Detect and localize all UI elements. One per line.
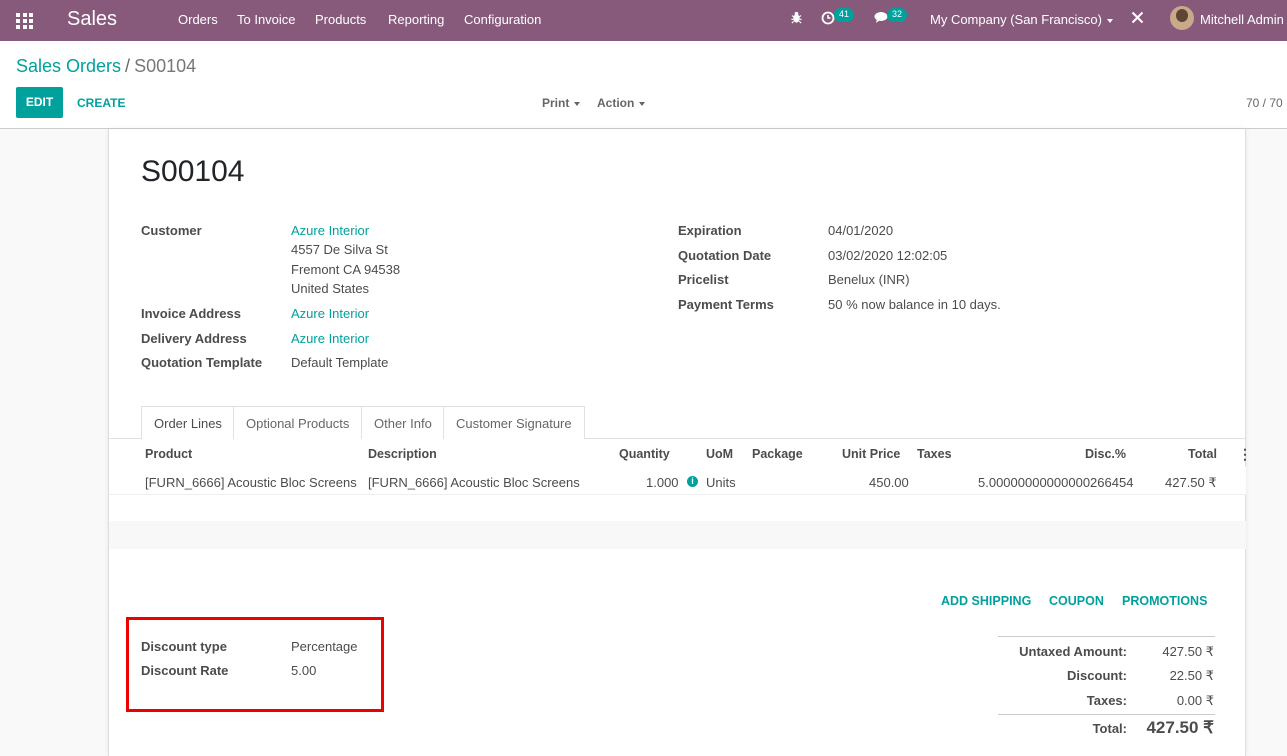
edit-button[interactable]: EDIT	[16, 87, 63, 118]
line-discount[interactable]: 5.00000000000000266454	[978, 475, 1133, 490]
breadcrumb: Sales Orders / S00104	[16, 56, 196, 77]
col-uom[interactable]: UoM	[706, 447, 733, 461]
breadcrumb-current: S00104	[134, 56, 197, 76]
tools-icon[interactable]	[1131, 11, 1144, 27]
totals-top-divider	[998, 636, 1215, 637]
line-description[interactable]: [FURN_6666] Acoustic Bloc Screens	[368, 475, 580, 490]
col-discount[interactable]: Disc.%	[1085, 447, 1126, 461]
activity-clock-icon[interactable]	[821, 11, 835, 28]
expiration-label: Expiration	[678, 223, 742, 238]
col-quantity[interactable]: Quantity	[619, 447, 670, 461]
promotions-button[interactable]: PROMOTIONS	[1122, 594, 1207, 608]
optional-columns-icon[interactable]: ⋮	[1238, 447, 1252, 461]
discount-rate-value[interactable]: 5.00	[291, 663, 316, 678]
untaxed-amount-label: Untaxed Amount:	[1019, 644, 1127, 659]
delivery-address-link[interactable]: Azure Interior	[291, 331, 369, 346]
customer-link[interactable]: Azure Interior	[291, 223, 369, 238]
control-panel: Sales Orders / S00104 EDIT CREATE Print Ac…	[0, 41, 1287, 129]
action-dropdown[interactable]: Action	[597, 96, 646, 110]
breadcrumb-sales-orders[interactable]: Sales Orders	[16, 56, 121, 76]
apps-menu-icon[interactable]	[16, 13, 33, 29]
create-button[interactable]: CREATE	[77, 96, 125, 110]
discount-type-value[interactable]: Percentage	[291, 639, 358, 654]
discount-total-label: Discount:	[1067, 668, 1127, 683]
menu-to-invoice[interactable]: To Invoice	[237, 12, 296, 27]
customer-street: 4557 De Silva St	[291, 242, 388, 257]
print-dropdown[interactable]: Print	[542, 96, 581, 110]
col-taxes[interactable]: Taxes	[917, 447, 952, 461]
invoice-address-label: Invoice Address	[141, 306, 241, 321]
invoice-address-link[interactable]: Azure Interior	[291, 306, 369, 321]
tab-order-lines[interactable]: Order Lines	[141, 406, 235, 440]
menu-configuration[interactable]: Configuration	[464, 12, 541, 27]
payment-terms-label: Payment Terms	[678, 297, 774, 312]
quotation-template-value: Default Template	[291, 355, 389, 370]
customer-label: Customer	[141, 223, 202, 238]
line-uom[interactable]: Units	[706, 475, 736, 490]
discount-rate-label: Discount Rate	[141, 663, 229, 678]
total-value: 427.50 ₹	[1146, 718, 1214, 737]
line-product[interactable]: [FURN_6666] Acoustic Bloc Screens	[145, 475, 357, 490]
user-avatar[interactable]	[1170, 6, 1194, 30]
quotation-date-label: Quotation Date	[678, 248, 772, 263]
debug-bug-icon[interactable]	[790, 11, 803, 27]
col-package[interactable]: Package	[752, 447, 803, 461]
print-label: Print	[542, 96, 570, 110]
taxes-value: 0.00 ₹	[1176, 693, 1214, 708]
tab-optional-products[interactable]: Optional Products	[233, 406, 363, 439]
form-sheet: S00104 Customer Azure Interior 4557 De S…	[108, 129, 1252, 756]
info-icon[interactable]: i	[687, 476, 698, 487]
quotation-template-label: Quotation Template	[141, 355, 263, 370]
user-name[interactable]: Mitchell Admin	[1200, 12, 1284, 27]
taxes-label: Taxes:	[1086, 693, 1127, 708]
totals-bottom-divider	[998, 714, 1215, 715]
menu-reporting[interactable]: Reporting	[388, 12, 444, 27]
total-label: Total:	[1092, 721, 1127, 736]
chevron-down-icon	[639, 101, 646, 106]
menu-products[interactable]: Products	[315, 12, 366, 27]
col-description[interactable]: Description	[368, 447, 437, 461]
expiration-value: 04/01/2020	[828, 223, 894, 238]
chevron-down-icon	[574, 101, 581, 106]
chevron-down-icon	[1106, 18, 1113, 23]
discount-total-value: 22.50 ₹	[1169, 668, 1214, 683]
menu-orders[interactable]: Orders	[178, 12, 218, 27]
message-count-badge: 32	[887, 8, 908, 22]
company-switcher[interactable]: My Company (San Francisco)	[930, 12, 1113, 27]
table-row-empty	[109, 521, 1246, 549]
activity-count-badge: 41	[834, 8, 855, 22]
delivery-address-label: Delivery Address	[141, 331, 247, 346]
line-quantity[interactable]: 1.000	[646, 475, 679, 490]
tab-customer-signature[interactable]: Customer Signature	[443, 406, 585, 439]
pricelist-label: Pricelist	[678, 272, 729, 287]
company-name: My Company (San Francisco)	[930, 12, 1102, 27]
coupon-button[interactable]: COUPON	[1049, 594, 1104, 608]
pricelist-value: Benelux (INR)	[828, 272, 910, 287]
col-total[interactable]: Total	[1188, 447, 1217, 461]
line-unit-price[interactable]: 450.00	[869, 475, 909, 490]
top-navbar: Sales Orders To Invoice Products Reporti…	[0, 0, 1287, 41]
payment-terms-value: 50 % now balance in 10 days.	[828, 297, 1001, 312]
tab-other-info[interactable]: Other Info	[361, 406, 445, 439]
untaxed-amount-value: 427.50 ₹	[1162, 644, 1214, 659]
col-product[interactable]: Product	[145, 447, 192, 461]
discount-type-label: Discount type	[141, 639, 227, 654]
order-name: S00104	[141, 155, 245, 188]
line-total: 427.50 ₹	[1165, 475, 1217, 490]
customer-country: United States	[291, 281, 370, 296]
breadcrumb-separator: /	[125, 56, 131, 76]
record-pager[interactable]: 70 / 70	[1246, 96, 1283, 110]
action-label: Action	[597, 96, 635, 110]
quotation-date-value: 03/02/2020 12:02:05	[828, 248, 948, 263]
add-shipping-button[interactable]: ADD SHIPPING	[941, 594, 1031, 608]
customer-city: Fremont CA 94538	[291, 262, 401, 277]
app-name: Sales	[67, 8, 118, 30]
col-unit-price[interactable]: Unit Price	[842, 447, 900, 461]
